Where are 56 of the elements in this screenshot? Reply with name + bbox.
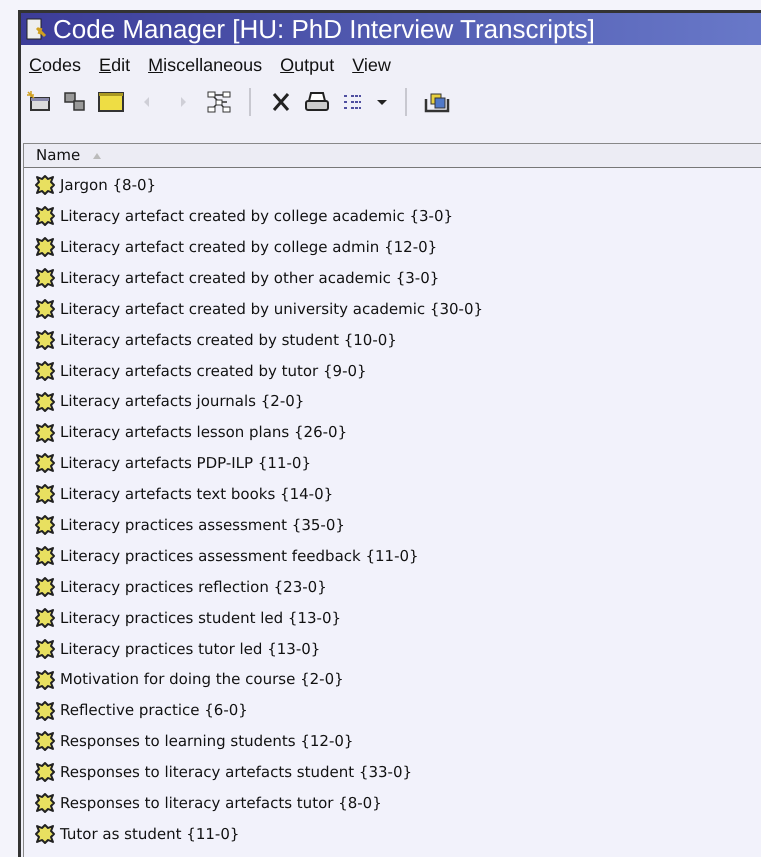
code-label[interactable]: Literacy practices student led {13-0} (60, 606, 342, 630)
code-label[interactable]: Literacy artefacts created by student {10-0} (60, 328, 397, 352)
code-label[interactable]: Literacy artefacts PDP-ILP {11-0} (60, 452, 311, 475)
code-label[interactable]: Literacy practices reflection {23-0} (60, 576, 327, 598)
code-label[interactable]: Literacy artefact created by other academic {3-0} (60, 266, 440, 290)
code-icon (34, 668, 56, 691)
code-label[interactable]: Literacy artefact created by college academic {3-0} (60, 205, 454, 228)
code-icon (34, 606, 56, 629)
code-icon (34, 360, 56, 382)
code-label[interactable]: Literacy practices assessment {35-0} (60, 514, 345, 536)
code-label[interactable]: Literacy artefact created by university academic {30-0} (60, 298, 484, 320)
code-icon (34, 236, 56, 258)
menu-item[interactable]: Codes (29, 52, 82, 78)
code-label[interactable]: Responses to learning students {12-0} (60, 730, 354, 753)
code-icon (34, 174, 56, 196)
code-icon (34, 390, 56, 413)
panel-icon[interactable] (97, 89, 125, 115)
window-icon (25, 16, 49, 42)
code-icon (34, 514, 56, 536)
code-icon (34, 700, 56, 722)
code-label[interactable]: Reflective practice {6-0} (60, 699, 248, 722)
code-icon (34, 267, 56, 290)
code-label[interactable]: Literacy artefacts journals {2-0} (60, 390, 304, 413)
code-label[interactable]: Tutor as student {11-0} (60, 822, 240, 846)
code-icon (34, 823, 56, 846)
column-header[interactable]: Name (24, 144, 761, 168)
code-icon (34, 730, 56, 752)
code-label[interactable]: Literacy artefacts created by tutor {9-0} (60, 360, 367, 382)
code-icon (34, 483, 56, 506)
code-icon (34, 545, 56, 568)
window-title: Code Manager [HU: PhD Interview Transcripts] (53, 16, 595, 42)
code-icon (34, 638, 56, 660)
code-label[interactable]: Jargon {8-0} (60, 174, 156, 197)
sort-arrow-icon (92, 152, 102, 160)
menu-item[interactable]: Output (280, 52, 334, 78)
code-icon (34, 761, 56, 784)
code-label[interactable]: Literacy artefact created by college admin {12-0} (60, 236, 438, 258)
menu-item[interactable]: Edit (99, 52, 130, 78)
code-label[interactable]: Literacy practices tutor led {13-0} (60, 638, 320, 660)
code-label[interactable]: Literacy artefacts text books {14-0} (60, 483, 334, 506)
code-icon (34, 576, 56, 598)
code-icon (34, 452, 56, 474)
menu-item[interactable]: View (352, 52, 391, 78)
column-label: Name (36, 145, 80, 166)
code-icon (34, 205, 56, 228)
code-label[interactable]: Literacy artefacts lesson plans {26-0} (60, 421, 348, 444)
code-label[interactable]: Literacy practices assessment feedback {11-0} (60, 544, 419, 568)
menu-item[interactable]: Miscellaneous (148, 52, 262, 78)
code-icon (34, 792, 56, 814)
code-icon (34, 298, 56, 320)
network-icon[interactable] (205, 89, 233, 115)
code-icon (34, 328, 56, 351)
code-icon (34, 422, 56, 444)
code-label[interactable]: Responses to literacy artefacts student {33-0} (60, 761, 412, 784)
code-label[interactable]: Motivation for doing the course {2-0} (60, 668, 344, 691)
code-label[interactable]: Responses to literacy artefacts tutor {8-0} (60, 792, 382, 814)
